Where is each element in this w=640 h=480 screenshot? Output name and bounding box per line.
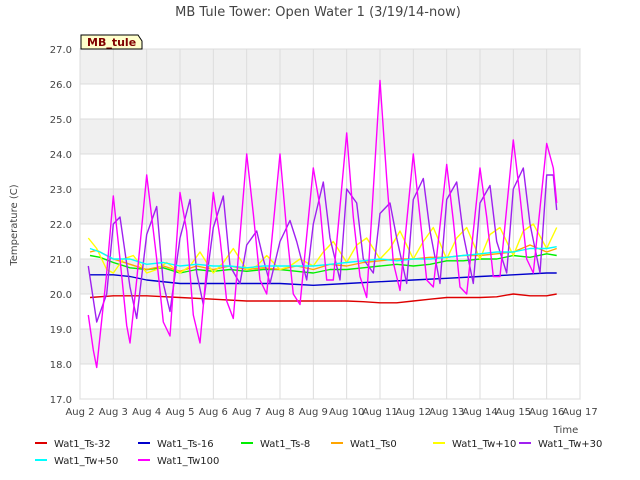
legend-item: Wat1_Ts-32 xyxy=(35,439,111,450)
y-tick-label: 23.0 xyxy=(50,185,72,196)
plot-area xyxy=(79,48,581,400)
temperature-chart: MB Tule Tower: Open Water 1 (3/19/14-now… xyxy=(9,5,602,467)
y-tick-label: 20.0 xyxy=(50,290,72,301)
plot-band xyxy=(80,49,580,84)
x-tick-label: Aug 2 xyxy=(65,407,94,418)
y-tick-label: 25.0 xyxy=(50,115,72,126)
legend-label: Wat1_Ts-32 xyxy=(54,439,111,450)
legend-item: Wat1_Ts-8 xyxy=(241,439,310,450)
x-tick-label: Aug 12 xyxy=(396,407,431,418)
x-tick-label: Aug 10 xyxy=(329,407,364,418)
legend-label: Wat1_Tw+10 xyxy=(452,439,516,450)
x-tick-label: Aug 11 xyxy=(362,407,397,418)
x-tick-label: Aug 4 xyxy=(132,407,161,418)
legend-label: Wat1_Tw+50 xyxy=(54,456,118,467)
chart-title: MB Tule Tower: Open Water 1 (3/19/14-now… xyxy=(175,5,461,20)
y-tick-label: 19.0 xyxy=(50,325,72,336)
y-tick-label: 17.0 xyxy=(50,395,72,406)
y-tick-label: 27.0 xyxy=(50,45,72,56)
station-label-box: MB_tule xyxy=(80,34,143,50)
x-tick-label: Aug 13 xyxy=(429,407,464,418)
x-tick-label: Aug 3 xyxy=(99,407,128,418)
plot-band xyxy=(80,119,580,154)
x-axis-label: Time xyxy=(553,425,578,436)
x-tick-label: Aug 8 xyxy=(265,407,294,418)
x-tick-label: Aug 14 xyxy=(462,407,497,418)
x-tick-label: Aug 5 xyxy=(165,407,194,418)
legend-item: Wat1_Ts-16 xyxy=(138,439,214,450)
legend-item: Wat1_Tw+10 xyxy=(433,439,516,450)
x-tick-label: Aug 17 xyxy=(562,407,597,418)
legend-item: Wat1_Tw100 xyxy=(138,456,219,467)
y-tick-label: 24.0 xyxy=(50,150,72,161)
legend-label: Wat1_Ts-16 xyxy=(157,439,214,450)
x-tick-label: Aug 15 xyxy=(496,407,531,418)
y-tick-label: 18.0 xyxy=(50,360,72,371)
legend-item: Wat1_Ts0 xyxy=(331,439,397,450)
legend-label: Wat1_Ts-8 xyxy=(260,439,310,450)
y-tick-label: 22.0 xyxy=(50,220,72,231)
y-tick-label: 21.0 xyxy=(50,255,72,266)
legend: Wat1_Ts-32 Wat1_Ts-16 Wat1_Ts-8 Wat1_Ts0 Wat… xyxy=(35,439,602,467)
legend-label: Wat1_Tw+30 xyxy=(538,439,602,450)
legend-item: Wat1_Tw+30 xyxy=(519,439,602,450)
plot-band xyxy=(80,329,580,364)
legend-item: Wat1_Tw+50 xyxy=(35,456,118,467)
x-tick-label: Aug 6 xyxy=(199,407,228,418)
legend-label: Wat1_Ts0 xyxy=(350,439,397,450)
y-tick-label: 26.0 xyxy=(50,80,72,91)
x-tick-label: Aug 7 xyxy=(232,407,261,418)
x-tick-label: Aug 16 xyxy=(529,407,564,418)
x-axis-ticks: Aug 2 Aug 3 Aug 4 Aug 5 Aug 6 Aug 7 Aug 8 Aug 9… xyxy=(65,407,597,418)
station-label: MB_tule xyxy=(87,36,136,49)
y-axis-ticks: 17.0 18.0 19.0 20.0 21.0 22.0 23.0 24.0 25.0 26.0… xyxy=(50,45,72,406)
x-tick-label: Aug 9 xyxy=(299,407,328,418)
legend-label: Wat1_Tw100 xyxy=(157,456,219,467)
y-axis-label: Temperature (C) xyxy=(9,184,20,266)
